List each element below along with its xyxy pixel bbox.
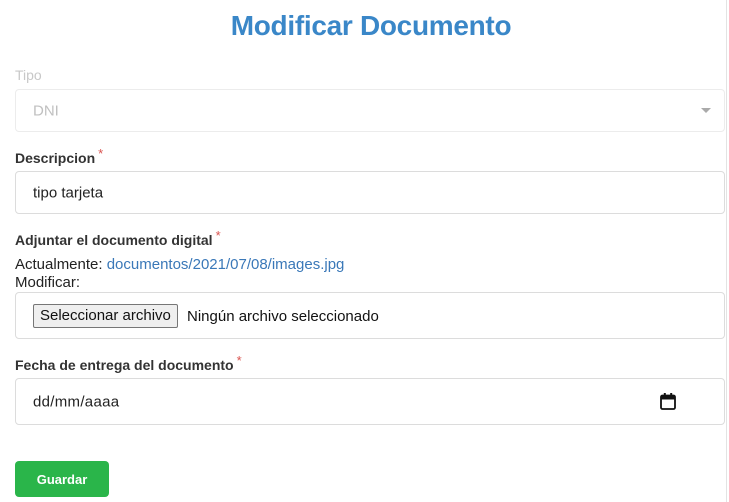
descripcion-input-value: tipo tarjeta xyxy=(33,184,104,201)
content-right-border xyxy=(726,0,727,502)
adjunto-label: Adjuntar el documento digital * xyxy=(15,228,221,248)
fecha-label: Fecha de entrega del documento * xyxy=(15,353,242,373)
fecha-date-placeholder: dd/mm/aaaa xyxy=(33,393,120,410)
chevron-down-icon xyxy=(701,108,711,113)
fecha-label-text: Fecha de entrega del documento xyxy=(15,357,234,373)
tipo-select[interactable]: DNI xyxy=(15,89,725,132)
page-title: Modificar Documento xyxy=(230,10,512,41)
tipo-label: Tipo xyxy=(15,67,42,83)
select-file-button[interactable]: Seleccionar archivo xyxy=(33,304,178,328)
adjunto-label-text: Adjuntar el documento digital xyxy=(15,232,213,248)
required-mark: * xyxy=(98,146,104,161)
file-input-box: Seleccionar archivo Ningún archivo selec… xyxy=(15,292,725,339)
required-mark: * xyxy=(215,228,221,243)
tipo-select-value: DNI xyxy=(33,102,59,119)
current-file-prefix: Actualmente: xyxy=(15,256,103,273)
descripcion-label: Descripcion * xyxy=(15,146,103,166)
save-button[interactable]: Guardar xyxy=(15,461,109,497)
required-mark: * xyxy=(236,353,242,368)
descripcion-input[interactable]: tipo tarjeta xyxy=(15,171,725,214)
current-file-link[interactable]: documentos/2021/07/08/images.jpg xyxy=(107,256,345,273)
current-file-line: Actualmente: documentos/2021/07/08/image… xyxy=(15,256,344,273)
modify-label: Modificar: xyxy=(15,274,81,291)
descripcion-label-text: Descripcion xyxy=(15,150,96,166)
file-status-text: Ningún archivo seleccionado xyxy=(187,308,379,325)
fecha-date-input[interactable]: dd/mm/aaaa xyxy=(15,378,725,425)
calendar-icon[interactable] xyxy=(660,393,676,415)
